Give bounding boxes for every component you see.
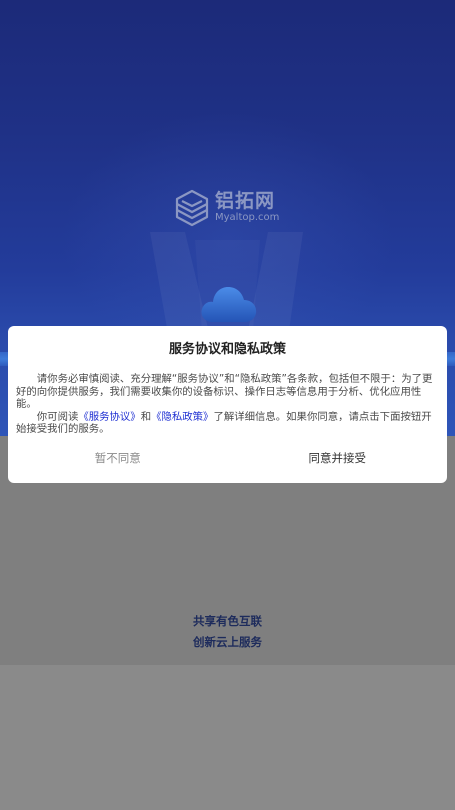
service-agreement-link[interactable]: 《服务协议》 (78, 411, 140, 423)
dialog-title: 服务协议和隐私政策 (168, 342, 286, 357)
paragraph-2-prefix: 你可阅读 (36, 410, 79, 423)
dialog-paragraph-2: 你可阅读《服务协议》和《隐私政策》了解详细信息。如果你同意，请点击下面按钮开始接… (16, 411, 439, 436)
dialog-body: 请你务必审慎阅读、充分理解“服务协议”和“隐私政策”各条款，包括但不限于：为了更… (16, 373, 439, 436)
logo-name: 铝拓网 (215, 190, 276, 212)
logo-url: Myaltop.com (215, 212, 280, 223)
cloud-icon (201, 287, 257, 322)
dialog-paragraph-1: 请你务必审慎阅读、充分理解“服务协议”和“隐私政策”各条款，包括但不限于：为了更… (16, 373, 433, 411)
accept-button[interactable]: 同意并接受 (228, 446, 448, 470)
logo-wordmark: 铝拓网 Myaltop.com (215, 190, 279, 224)
splash-footer-area (0, 665, 455, 810)
slogan-line-1: 共享有色互联 (193, 614, 262, 628)
altop-logo-icon (175, 189, 209, 227)
decline-button[interactable]: 暂不同意 (8, 446, 228, 470)
privacy-policy-link[interactable]: 《隐私政策》 (151, 411, 213, 423)
slogan-line-2: 创新云上服务 (193, 635, 262, 649)
paragraph-2-middle: 和 (140, 410, 152, 423)
dialog-actions: 暂不同意 同意并接受 (8, 446, 447, 470)
privacy-dialog: 服务协议和隐私政策 请你务必审慎阅读、充分理解“服务协议”和“隐私政策”各条款，… (8, 326, 447, 483)
